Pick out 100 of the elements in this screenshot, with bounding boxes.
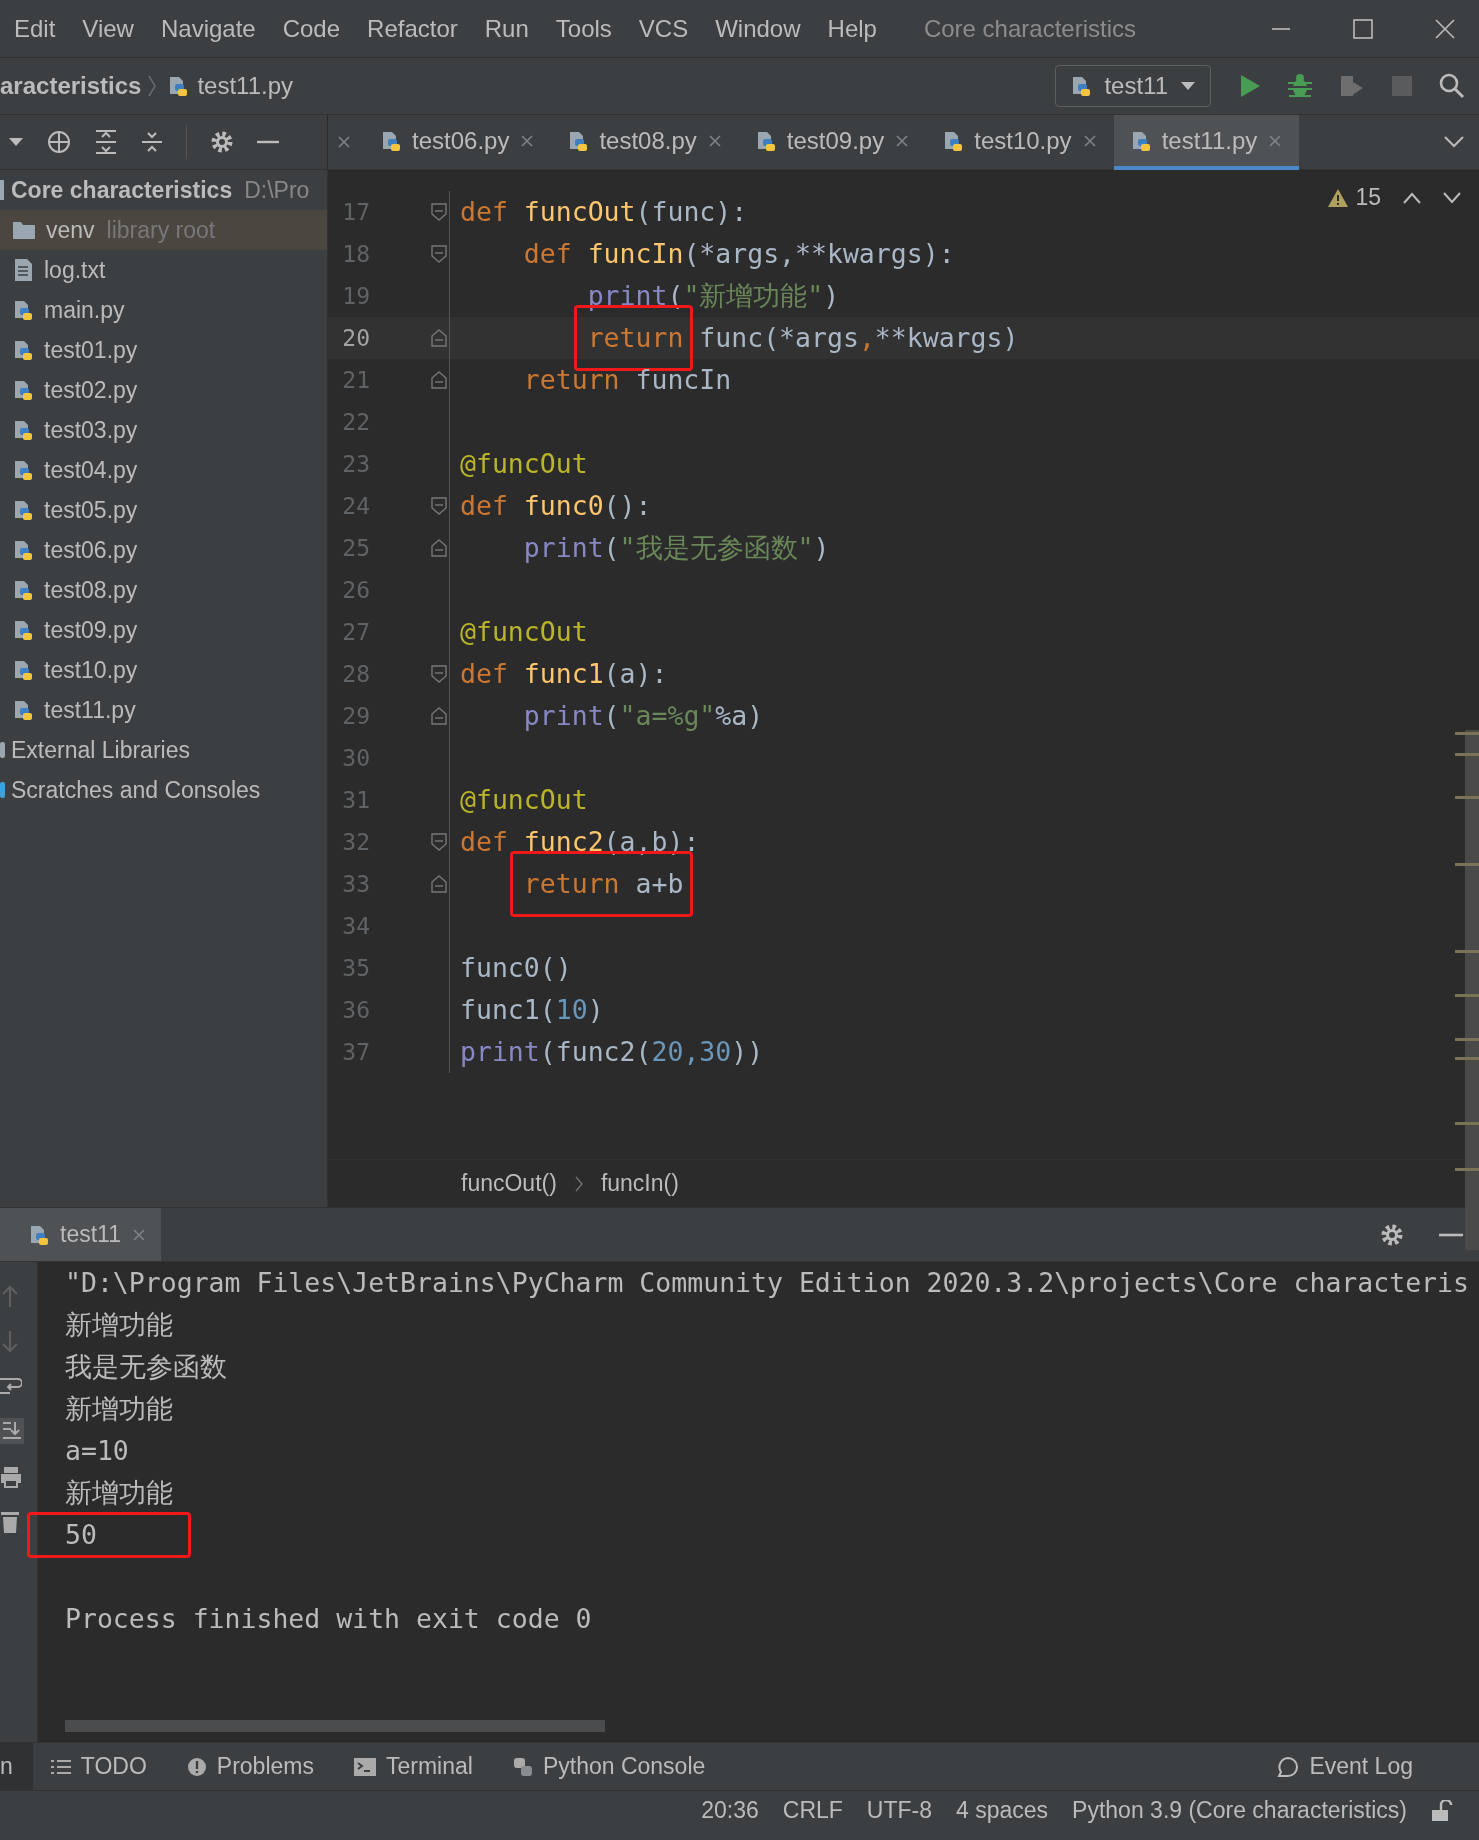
fold-icon[interactable] (431, 833, 447, 851)
minimize-icon[interactable] (1439, 1232, 1463, 1237)
menu-item[interactable]: Refactor (367, 14, 458, 43)
editor-tab[interactable]: test11.py (1113, 115, 1300, 170)
code-line: print("我是无参函数") (522, 531, 830, 565)
search-icon[interactable] (1439, 73, 1465, 99)
target-icon[interactable] (46, 129, 72, 155)
chevron-right-icon (147, 74, 158, 98)
tool-window-button[interactable]: Terminal (354, 1743, 473, 1790)
project-item[interactable]: Scratches and Consoles (11, 776, 261, 804)
editor-tab[interactable]: test08.py (551, 115, 739, 170)
fold-icon[interactable] (431, 203, 447, 221)
minimize-icon[interactable] (257, 140, 279, 144)
chevron-down-icon[interactable] (1443, 135, 1465, 149)
print-icon[interactable] (0, 1466, 22, 1488)
maximize-icon[interactable] (1353, 18, 1373, 39)
project-item[interactable]: test09.py (0, 610, 327, 650)
breadcrumb-item[interactable]: funcIn() (600, 1170, 679, 1197)
line-number: 18 (341, 241, 370, 267)
lock-icon[interactable] (1431, 1799, 1453, 1822)
project-item[interactable]: test10.py (0, 650, 327, 690)
menu-item[interactable]: Help (827, 14, 877, 43)
project-item[interactable]: test02.py (0, 370, 327, 410)
status-item[interactable]: UTF-8 (866, 1797, 933, 1824)
code-line: return a+b (522, 867, 684, 901)
run-tab[interactable]: test11 (0, 1208, 161, 1261)
project-item[interactable]: main.py (0, 290, 327, 330)
bug-icon[interactable] (1287, 73, 1313, 99)
breadcrumb-item[interactable]: aracteristics (0, 72, 142, 100)
warning-counter[interactable]: 15 (1327, 184, 1381, 211)
code-line: @funcOut (460, 783, 588, 817)
close-icon[interactable] (1081, 132, 1098, 149)
editor-tab[interactable]: test09.py (738, 115, 927, 170)
breadcrumb-item[interactable]: funcOut() (461, 1170, 557, 1197)
close-icon[interactable] (1435, 18, 1455, 39)
tool-window-button[interactable]: n (0, 1743, 33, 1790)
fold-icon[interactable] (431, 875, 447, 893)
menu-item[interactable]: VCS (638, 14, 689, 43)
python-file-icon (942, 129, 965, 152)
status-item[interactable]: CRLF (782, 1797, 843, 1824)
up-icon[interactable] (1403, 191, 1421, 204)
close-icon[interactable] (706, 132, 723, 149)
caret-icon[interactable] (8, 137, 24, 147)
tool-window-button[interactable]: TODO (50, 1743, 147, 1790)
project-item[interactable]: test11.py (0, 690, 327, 730)
line-number: 19 (341, 283, 370, 309)
expand-all-icon[interactable] (94, 129, 118, 155)
project-item[interactable]: test01.py (0, 330, 327, 370)
horizontal-scrollbar[interactable] (65, 1720, 605, 1732)
fold-icon[interactable] (431, 539, 447, 557)
up-arrow-icon[interactable] (0, 1284, 20, 1308)
wrap-icon[interactable] (0, 1376, 22, 1396)
window-title: Core characteristics (923, 14, 1136, 43)
menu-item[interactable]: Window (715, 14, 801, 43)
code-line: def func1(a): (460, 657, 668, 691)
menu-item[interactable]: Tools (555, 14, 612, 43)
run-config-dropdown[interactable]: test11 (1055, 65, 1211, 107)
fold-icon[interactable] (431, 497, 447, 515)
code-line: print("a=%g"%a) (522, 699, 764, 733)
python-file-icon (12, 619, 34, 641)
menu-item[interactable]: Code (282, 14, 341, 43)
menu-item[interactable]: View (82, 14, 134, 43)
project-item[interactable]: log.txt (0, 250, 327, 290)
fold-icon[interactable] (431, 665, 447, 683)
status-item[interactable]: 20:36 (701, 1797, 759, 1824)
line-number: 27 (341, 619, 370, 645)
menu-item[interactable]: Run (484, 14, 529, 43)
breadcrumb-item[interactable]: test11.py (167, 72, 294, 100)
fold-icon[interactable] (431, 329, 447, 347)
status-item[interactable]: Python 3.9 (Core characteristics) (1072, 1797, 1407, 1824)
project-item[interactable]: test03.py (0, 410, 327, 450)
close-icon[interactable] (336, 134, 352, 150)
fold-icon[interactable] (431, 245, 447, 263)
menu-item[interactable]: Navigate (160, 14, 256, 43)
project-item[interactable]: test08.py (0, 570, 327, 610)
settings-icon[interactable] (209, 129, 235, 155)
coverage-icon[interactable] (1339, 73, 1365, 99)
project-item[interactable]: test05.py (0, 490, 327, 530)
project-item[interactable]: test06.py (0, 530, 327, 570)
fold-icon[interactable] (431, 371, 447, 389)
project-name: Core characteristics (11, 176, 233, 204)
close-icon[interactable] (894, 132, 911, 149)
project-item[interactable]: External Libraries (11, 736, 190, 764)
project-item[interactable]: venv library root (0, 210, 327, 250)
down-icon[interactable] (1443, 191, 1461, 204)
tool-window-button[interactable]: Python Console (512, 1743, 706, 1790)
scroll-to-end-icon[interactable] (0, 1418, 24, 1444)
tool-window-button[interactable]: Problems (186, 1743, 314, 1790)
trash-icon[interactable] (0, 1510, 20, 1534)
run-icon[interactable] (1239, 74, 1261, 98)
event-log-button[interactable]: Event Log (1277, 1743, 1413, 1790)
editor-tab[interactable]: test10.py (926, 115, 1114, 170)
python-file-icon (12, 699, 34, 721)
status-item[interactable]: 4 spaces (956, 1797, 1049, 1824)
project-item[interactable]: test04.py (0, 450, 327, 490)
editor-tab[interactable]: test06.py (364, 115, 552, 170)
menu-item[interactable]: Edit (14, 14, 56, 43)
down-arrow-icon[interactable] (0, 1330, 20, 1354)
close-icon[interactable] (519, 132, 536, 149)
fold-icon[interactable] (431, 707, 447, 725)
